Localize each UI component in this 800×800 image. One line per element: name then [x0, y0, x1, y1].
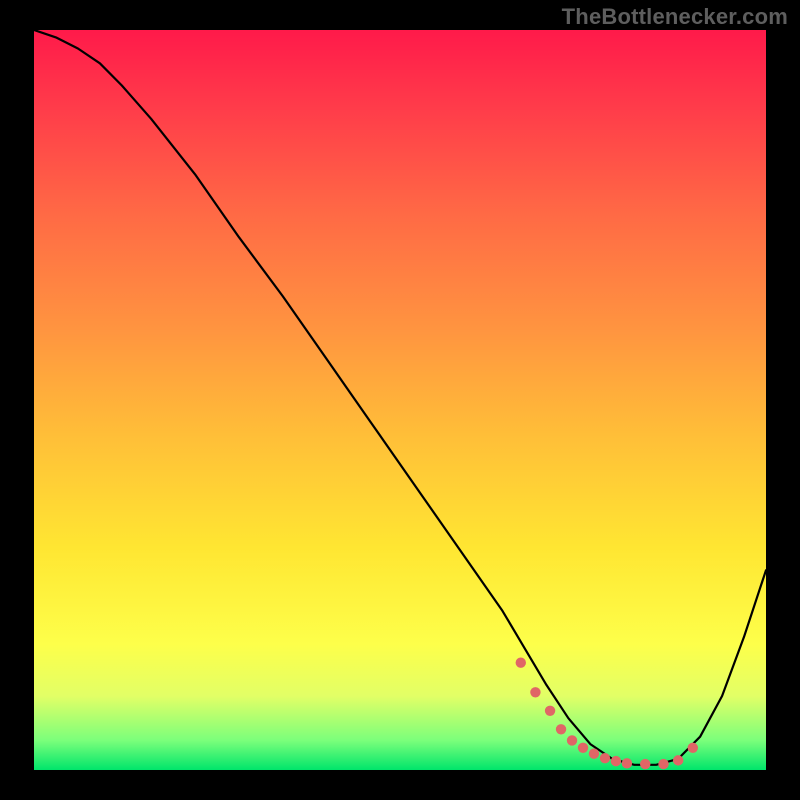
dot	[545, 706, 555, 716]
dot	[589, 749, 599, 759]
dot	[578, 743, 588, 753]
gradient-background	[34, 30, 766, 770]
plot-area	[34, 30, 766, 770]
dot	[640, 759, 650, 769]
dot	[622, 758, 632, 768]
dot	[688, 743, 698, 753]
dot	[567, 735, 577, 745]
chart-svg	[34, 30, 766, 770]
dot	[516, 658, 526, 668]
chart-container: TheBottlenecker.com	[0, 0, 800, 800]
dot	[611, 756, 621, 766]
dot	[658, 759, 668, 769]
dot	[600, 753, 610, 763]
watermark-text: TheBottlenecker.com	[562, 4, 788, 30]
dot	[673, 755, 683, 765]
dot	[530, 687, 540, 697]
dot	[556, 724, 566, 734]
